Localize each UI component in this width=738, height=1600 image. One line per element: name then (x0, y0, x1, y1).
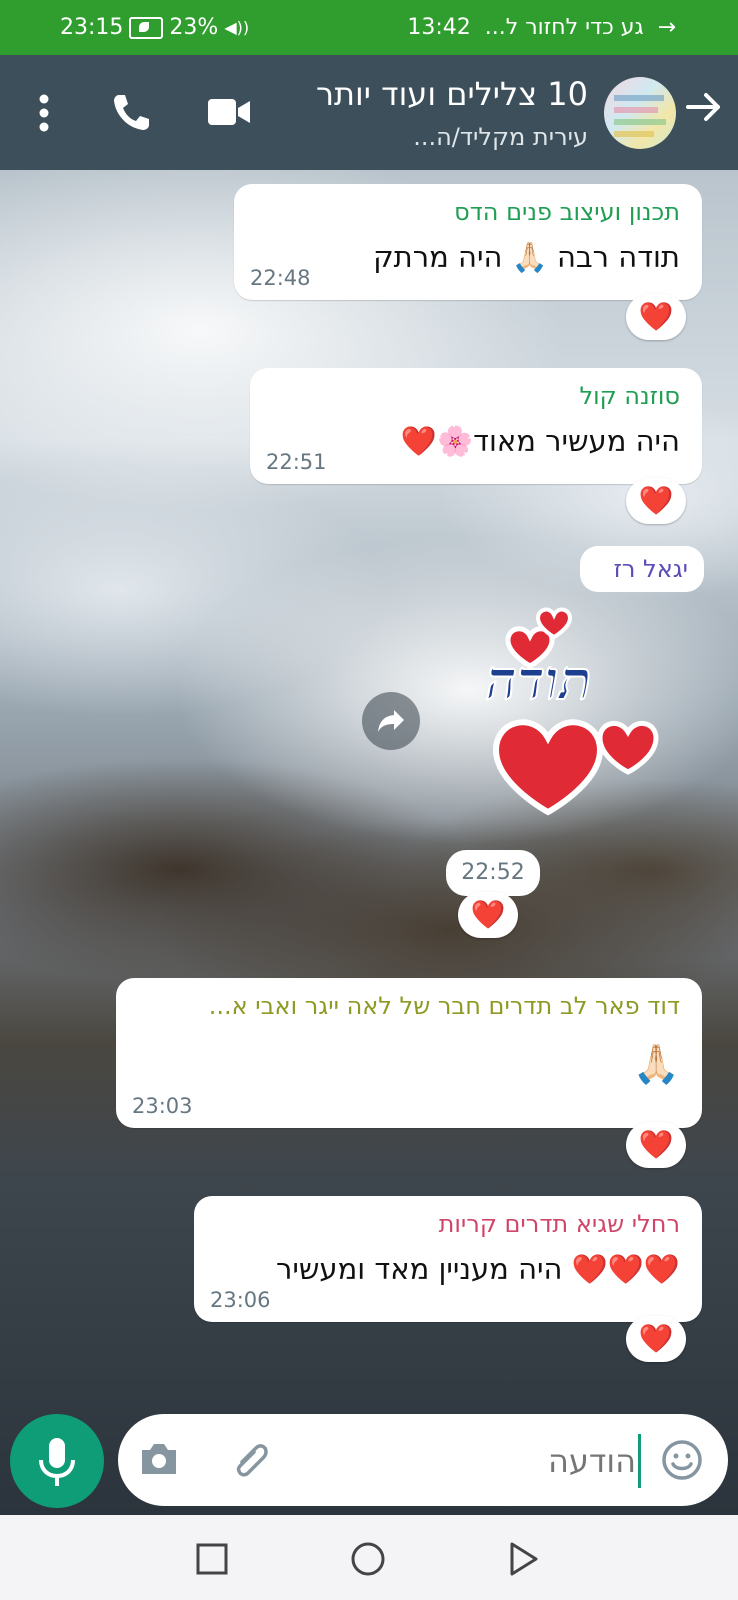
forward-button[interactable] (362, 692, 420, 750)
group-avatar[interactable] (604, 77, 676, 149)
back-nav-button[interactable] (508, 1541, 540, 1581)
reaction-badge[interactable]: ❤️ (626, 1316, 686, 1362)
reaction-badge[interactable]: ❤️ (626, 294, 686, 340)
status-bar: 23:15 23% ◀)) → גע כדי לחזור ל... 13:42 (0, 0, 738, 55)
camera-button[interactable] (138, 1440, 180, 1482)
forward-icon (378, 710, 404, 732)
message-sender: תכנון ועיצוב פנים הדס (454, 198, 680, 226)
system-nav-bar (0, 1515, 738, 1600)
sticker-text: תודה (485, 647, 593, 713)
call-arrow-icon: → (657, 15, 676, 40)
hearts-sticker-art (492, 607, 659, 816)
message-time: 23:03 (132, 1094, 193, 1118)
chat-header: 10 צלילים ועוד יותר עירית מקליד/ה... (0, 55, 738, 170)
arrow-right-icon (686, 93, 720, 121)
status-left: 23:15 23% ◀)) (60, 15, 249, 40)
call-duration: 13:42 (407, 15, 471, 40)
emoji-button[interactable] (660, 1438, 704, 1486)
menu-button[interactable] (38, 93, 50, 137)
message-text: תודה רבה 🙏🏻 היה מרתק (373, 240, 680, 274)
thank-you-sticker[interactable]: תודה (468, 600, 688, 840)
paperclip-icon (236, 1444, 268, 1477)
phone-icon (114, 95, 149, 130)
message-sender: רחלי שגיא תדרים קריות (438, 1210, 680, 1238)
message-bubble[interactable]: סוזנה קול היה מעשיר מאוד🌸❤️ 22:51 (250, 368, 702, 484)
message-text: ❤️❤️❤️ היה מעניין מאד ומעשיר (276, 1252, 680, 1286)
mic-icon (39, 1438, 75, 1486)
video-call-button[interactable] (206, 95, 252, 133)
return-to-call-label: גע כדי לחזור ל... (484, 15, 644, 40)
sticker-sender-chip[interactable]: יגאל רז (580, 546, 704, 592)
mic-button[interactable] (10, 1414, 104, 1508)
message-bubble[interactable]: דוד פאר לב תדרים חבר של לאה ייגר ואבי א.… (116, 978, 702, 1128)
battery-icon (129, 16, 164, 39)
sticker-time-chip: 22:52 (446, 850, 540, 896)
home-button[interactable] (350, 1541, 386, 1581)
message-input-bar (118, 1414, 728, 1506)
video-call-icon (208, 99, 250, 125)
typing-status: עירית מקליד/ה... (413, 123, 588, 151)
battery-level: 23% (169, 15, 219, 40)
message-text: היה מעשיר מאוד🌸❤️ (400, 424, 680, 458)
back-button[interactable] (684, 87, 724, 131)
more-vert-icon (39, 94, 49, 132)
message-time: 22:51 (266, 450, 327, 474)
recents-button[interactable] (196, 1543, 228, 1579)
reaction-badge[interactable]: ❤️ (626, 478, 686, 524)
square-icon (196, 1543, 228, 1575)
attach-button[interactable] (230, 1438, 274, 1486)
message-text: 🙏🏻 (632, 1042, 680, 1086)
message-time: 22:48 (250, 266, 311, 290)
message-sender: סוזנה קול (579, 382, 680, 410)
message-bubble[interactable]: תכנון ועיצוב פנים הדס תודה רבה 🙏🏻 היה מר… (234, 184, 702, 300)
camera-icon (142, 1444, 176, 1474)
voice-call-button[interactable] (110, 91, 152, 137)
wifi-call-icon: ◀)) (224, 18, 250, 37)
ongoing-call-banner[interactable]: → גע כדי לחזור ל... 13:42 (407, 15, 676, 40)
reaction-badge[interactable]: ❤️ (626, 1122, 686, 1168)
message-bubble[interactable]: רחלי שגיא תדרים קריות ❤️❤️❤️ היה מעניין … (194, 1196, 702, 1322)
group-title[interactable]: 10 צלילים ועוד יותר (316, 75, 588, 113)
circle-icon (351, 1542, 385, 1576)
clock: 23:15 (60, 15, 124, 40)
message-input[interactable] (318, 1434, 641, 1488)
triangle-back-icon (510, 1542, 538, 1576)
message-time: 22:52 (461, 860, 525, 885)
reaction-badge[interactable]: ❤️ (458, 892, 518, 938)
chat-area[interactable]: תכנון ועיצוב פנים הדס תודה רבה 🙏🏻 היה מר… (0, 170, 738, 1515)
emoji-icon (662, 1440, 702, 1480)
message-sender: דוד פאר לב תדרים חבר של לאה ייגר ואבי א.… (208, 992, 680, 1020)
message-sender: יגאל רז (613, 555, 688, 583)
message-time: 23:06 (210, 1288, 271, 1312)
